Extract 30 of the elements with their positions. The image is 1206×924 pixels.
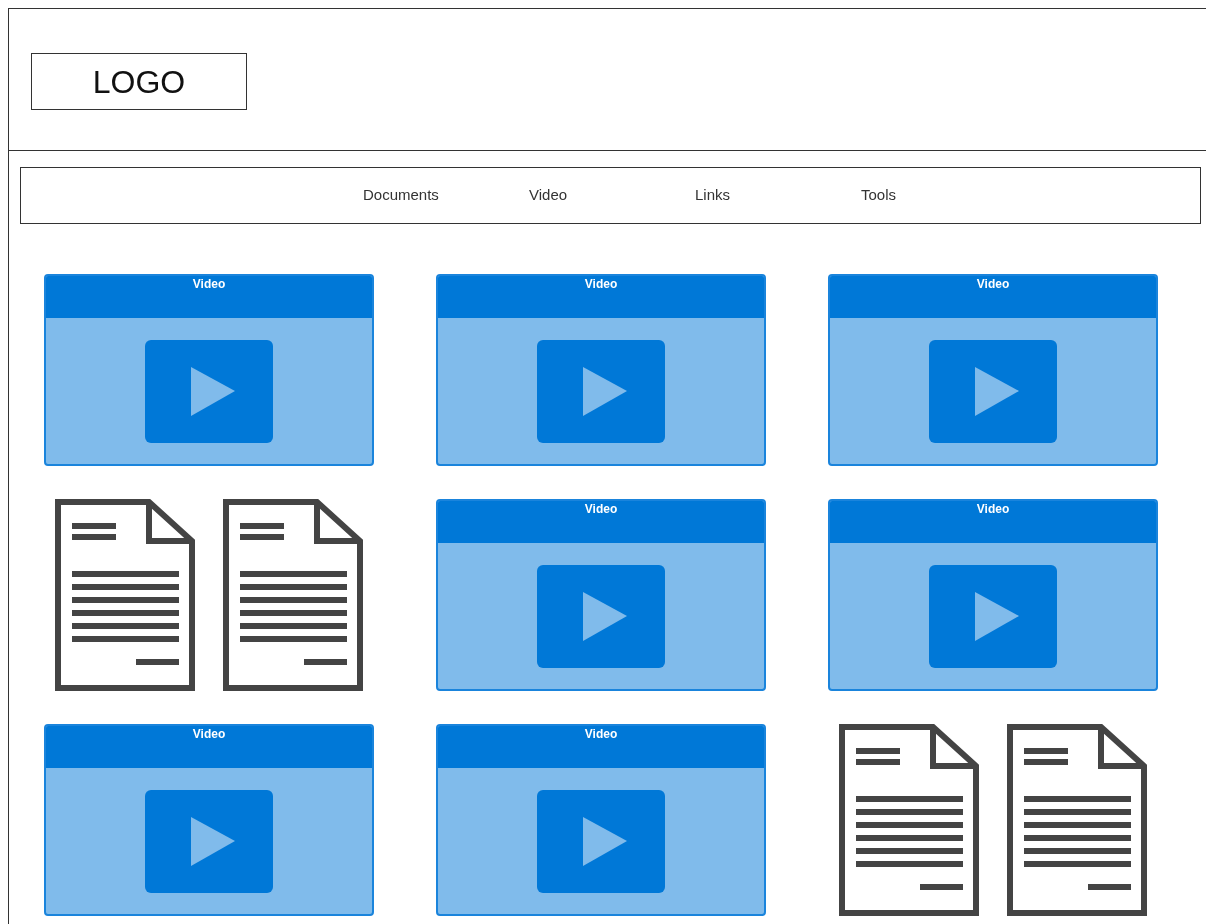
video-card[interactable]: Video: [828, 274, 1158, 466]
play-icon[interactable]: [145, 789, 273, 893]
video-title: Video: [192, 276, 226, 293]
document-icon: [223, 499, 363, 691]
nav-link[interactable]: Tools: [861, 184, 1027, 207]
video-card[interactable]: Video: [436, 499, 766, 691]
video-title: Video: [584, 276, 618, 293]
nav-link[interactable]: Documents: [363, 184, 529, 207]
video-title: Video: [584, 726, 618, 743]
document-icon: [839, 724, 979, 916]
document-icon: [1007, 724, 1147, 916]
play-icon[interactable]: [537, 564, 665, 668]
video-card[interactable]: Video: [44, 274, 374, 466]
play-icon[interactable]: [537, 339, 665, 443]
play-icon[interactable]: [145, 339, 273, 443]
video-card[interactable]: Video: [436, 724, 766, 916]
nav-link[interactable]: Links: [695, 184, 861, 207]
video-card[interactable]: Video: [436, 274, 766, 466]
video-title: Video: [976, 276, 1010, 293]
video-card[interactable]: Video: [44, 724, 374, 916]
play-icon[interactable]: [929, 564, 1057, 668]
video-title: Video: [192, 726, 226, 743]
play-icon[interactable]: [537, 789, 665, 893]
video-title: Video: [584, 501, 618, 518]
document-icon: [55, 499, 195, 691]
video-card[interactable]: Video: [828, 499, 1158, 691]
play-icon[interactable]: [929, 339, 1057, 443]
video-title: Video: [976, 501, 1010, 518]
nav-link[interactable]: Video: [529, 184, 695, 207]
logo-text: LOGO: [92, 62, 186, 102]
